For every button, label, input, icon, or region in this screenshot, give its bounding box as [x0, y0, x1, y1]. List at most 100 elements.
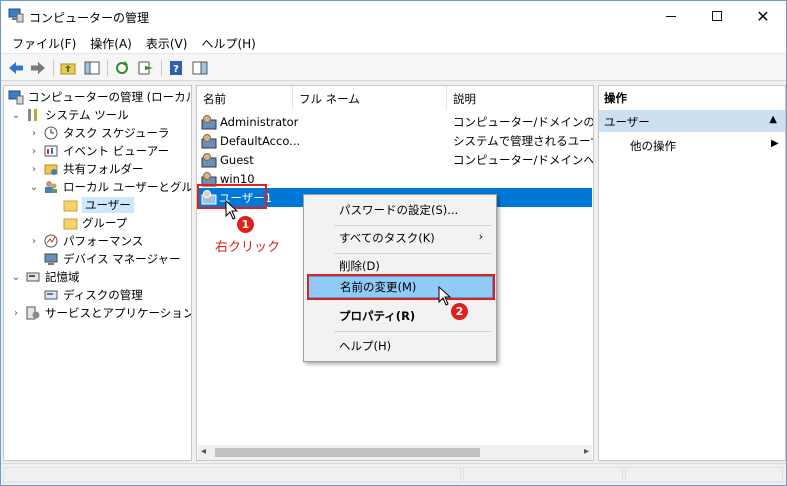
- tree-item-local-users-groups[interactable]: ⌄ ローカル ユーザーとグループ: [28, 178, 192, 196]
- users-group-icon: [43, 179, 59, 195]
- toolbar: ?: [1, 53, 786, 81]
- scroll-left-icon[interactable]: ◂: [201, 446, 206, 457]
- chevron-right-icon[interactable]: ›: [28, 235, 40, 247]
- user-name: DefaultAcco...: [220, 133, 301, 148]
- tree-item-users[interactable]: ユーザー: [62, 196, 134, 214]
- show-action-pane-button[interactable]: [191, 59, 209, 77]
- shared-folder-icon: [43, 161, 59, 177]
- actions-header: 操作: [604, 91, 627, 105]
- tree-item-storage[interactable]: ⌄ 記憶域: [10, 268, 80, 286]
- user-icon: [201, 114, 217, 130]
- menu-item-set-password[interactable]: パスワードの設定(S)...: [307, 199, 493, 221]
- column-header-name[interactable]: 名前: [197, 86, 293, 110]
- services-icon: [25, 305, 41, 321]
- menu-item-all-tasks[interactable]: すべてのタスク(K) ›: [307, 227, 493, 249]
- export-icon: [138, 61, 153, 75]
- status-bar: [1, 463, 786, 485]
- show-hide-tree-button[interactable]: [83, 59, 101, 77]
- svg-text:?: ?: [173, 64, 179, 75]
- chevron-down-icon[interactable]: ⌄: [10, 271, 22, 283]
- tree-item-root[interactable]: コンピューターの管理 (ローカル): [8, 88, 192, 106]
- tree-item-performance[interactable]: › パフォーマンス: [28, 232, 143, 250]
- menu-help[interactable]: ヘルプ(H): [194, 31, 262, 53]
- user-description: システムで管理されるユーザー: [453, 133, 593, 148]
- user-description: コンピューター/ドメインの管理用: [453, 114, 593, 129]
- menu-separator: [334, 253, 492, 254]
- back-arrow-icon: [9, 62, 23, 74]
- tree-label: システム ツール: [45, 108, 129, 122]
- column-header-fullname[interactable]: フル ネーム: [293, 86, 447, 110]
- user-name: Guest: [220, 152, 254, 167]
- chevron-right-icon[interactable]: ›: [28, 145, 40, 157]
- list-item[interactable]: Administrator: [201, 112, 298, 131]
- action-pane-icon: [192, 61, 208, 75]
- submenu-chevron-icon: ›: [478, 230, 483, 243]
- maximize-button[interactable]: [694, 1, 740, 31]
- help-button[interactable]: ?: [167, 59, 185, 77]
- tree-label: ユーザー: [82, 197, 134, 213]
- mouse-cursor-icon: [225, 200, 239, 220]
- scrollbar-thumb[interactable]: [215, 448, 480, 457]
- status-segment: [3, 467, 461, 483]
- collapse-up-icon[interactable]: ▲: [769, 114, 777, 125]
- tree-label: ディスクの管理: [63, 288, 143, 302]
- folder-icon: [62, 197, 78, 213]
- tree-item-services-apps[interactable]: › サービスとアプリケーション: [10, 304, 191, 322]
- menu-view[interactable]: 表示(V): [139, 31, 195, 53]
- disk-icon: [43, 287, 59, 303]
- mouse-cursor-icon: [438, 286, 452, 306]
- back-button[interactable]: [7, 59, 25, 77]
- list-item[interactable]: DefaultAcco...: [201, 131, 300, 150]
- chevron-right-icon[interactable]: ›: [28, 127, 40, 139]
- menu-item-help[interactable]: ヘルプ(H): [307, 335, 493, 357]
- tree-item-event-viewer[interactable]: › イベント ビューアー: [28, 142, 169, 160]
- user-icon: [201, 133, 217, 149]
- help-icon: ?: [170, 61, 182, 75]
- scroll-right-icon[interactable]: ▸: [584, 446, 589, 457]
- chevron-down-icon[interactable]: ⌄: [28, 181, 40, 193]
- chevron-right-icon[interactable]: ›: [10, 307, 22, 319]
- computer-management-window: コンピューターの管理 ✕ ファイル(F) 操作(A) 表示(V) ヘルプ(H): [0, 0, 787, 486]
- tree-label: イベント ビューアー: [63, 144, 170, 158]
- clock-icon: [43, 125, 59, 141]
- tree-label: ローカル ユーザーとグループ: [63, 180, 192, 194]
- tree-label: 記憶域: [45, 270, 80, 284]
- chevron-down-icon[interactable]: ⌄: [10, 109, 22, 121]
- export-list-button[interactable]: [137, 59, 155, 77]
- forward-button[interactable]: [29, 59, 47, 77]
- toolbar-separator: [161, 60, 162, 76]
- status-segment: [463, 467, 623, 483]
- close-button[interactable]: ✕: [740, 1, 786, 31]
- column-header-description[interactable]: 説明: [447, 86, 593, 110]
- tree-label: コンピューターの管理 (ローカル): [28, 90, 192, 104]
- user-description: コンピューター/ドメインへのゲスト: [453, 152, 593, 167]
- tree-item-device-manager[interactable]: デバイス マネージャー: [43, 250, 181, 268]
- menu-separator: [334, 225, 492, 226]
- device-manager-icon: [43, 251, 59, 267]
- tree-item-groups[interactable]: グループ: [62, 214, 127, 232]
- toolbar-separator: [107, 60, 108, 76]
- menu-item-label: すべてのタスク(K): [339, 231, 435, 245]
- horizontal-scrollbar[interactable]: ◂ ▸: [198, 445, 592, 460]
- menu-action[interactable]: 操作(A): [83, 31, 139, 53]
- tree-item-disk-management[interactable]: ディスクの管理: [43, 286, 143, 304]
- tree-item-system-tools[interactable]: ⌄ システム ツール: [10, 106, 129, 124]
- refresh-button[interactable]: [113, 59, 131, 77]
- submenu-arrow-icon: ▶: [771, 138, 779, 149]
- more-actions-item[interactable]: 他の操作: [630, 138, 676, 154]
- menu-file[interactable]: ファイル(F): [5, 31, 83, 53]
- minimize-icon: [666, 15, 676, 17]
- tree-item-task-scheduler[interactable]: › タスク スケジューラ: [28, 124, 169, 142]
- chevron-right-icon[interactable]: ›: [28, 163, 40, 175]
- annotation-right-click: 右クリック: [215, 240, 281, 255]
- tree-item-shared-folders[interactable]: › 共有フォルダー: [28, 160, 144, 178]
- actions-section-label: ユーザー: [604, 115, 650, 129]
- console-tree-icon: [84, 61, 100, 75]
- refresh-icon: [116, 61, 128, 74]
- actions-section-users[interactable]: ユーザー ▲: [599, 110, 785, 132]
- more-actions-label: 他の操作: [630, 139, 676, 153]
- up-folder-button[interactable]: [59, 59, 77, 77]
- maximize-icon: [712, 11, 722, 21]
- minimize-button[interactable]: [648, 1, 694, 31]
- list-item[interactable]: Guest: [201, 150, 254, 169]
